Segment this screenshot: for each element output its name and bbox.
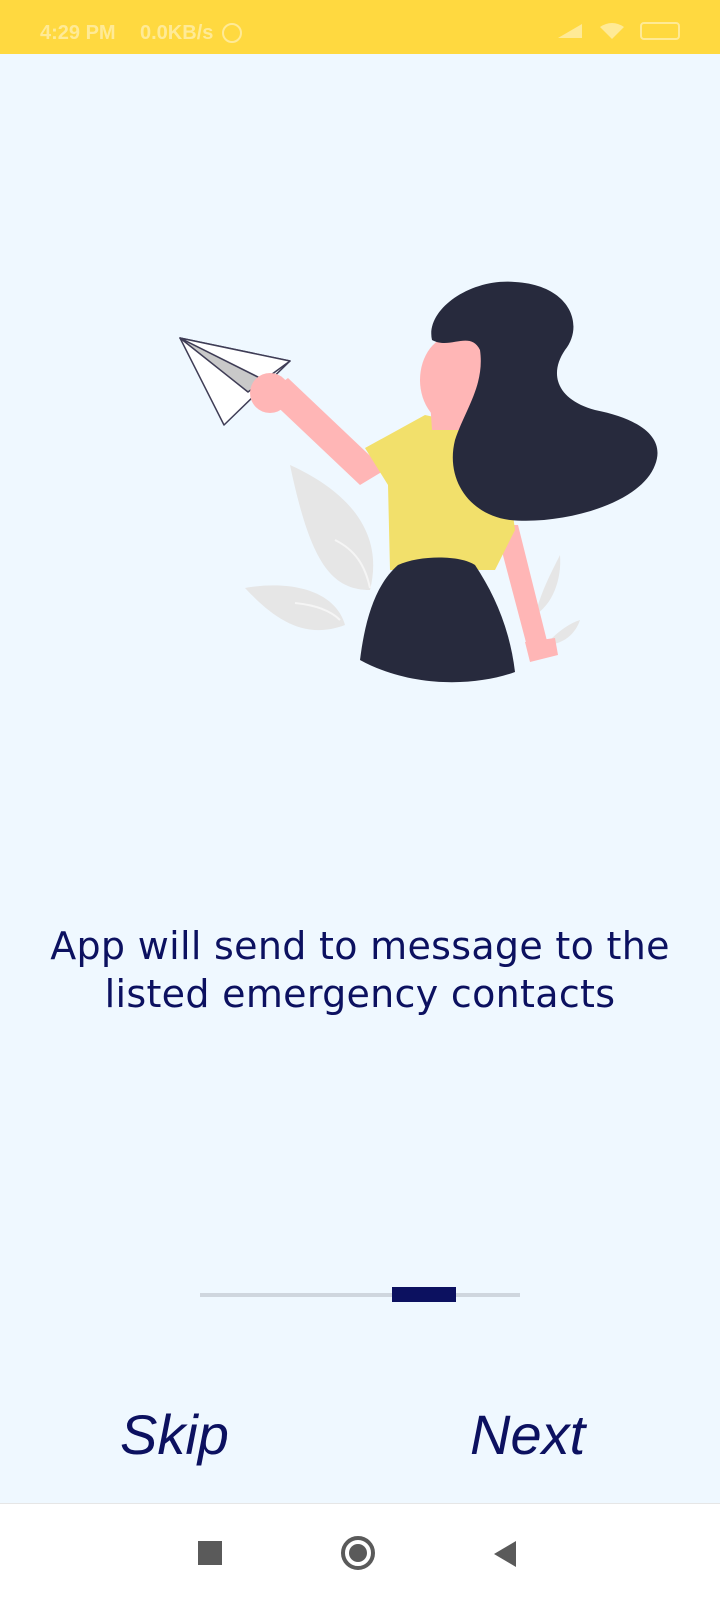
recent-apps-icon[interactable] [198,1541,222,1565]
network-speed: 0.0KB/s [140,22,214,44]
back-icon[interactable] [494,1541,516,1567]
onboarding-message: App will send to message to the listed e… [50,924,670,1016]
status-icons [556,22,680,40]
wifi-icon [600,23,624,39]
home-icon[interactable] [341,1536,375,1570]
page-indicator-track [200,1293,520,1297]
skip-button[interactable]: Skip [120,1402,229,1467]
signal-icon [558,24,582,38]
next-button[interactable]: Next [470,1402,585,1467]
battery-icon [640,22,680,40]
alarm-icon [222,23,242,43]
page-indicator-active [392,1287,456,1302]
system-nav-bar [0,1503,720,1601]
status-bar: 4:29 PM 0.0KB/s [0,0,720,54]
woman-skirt [360,557,515,683]
status-time: 4:29 PM [40,22,116,44]
home-icon-dot [349,1544,367,1562]
onboarding-illustration [179,281,658,683]
